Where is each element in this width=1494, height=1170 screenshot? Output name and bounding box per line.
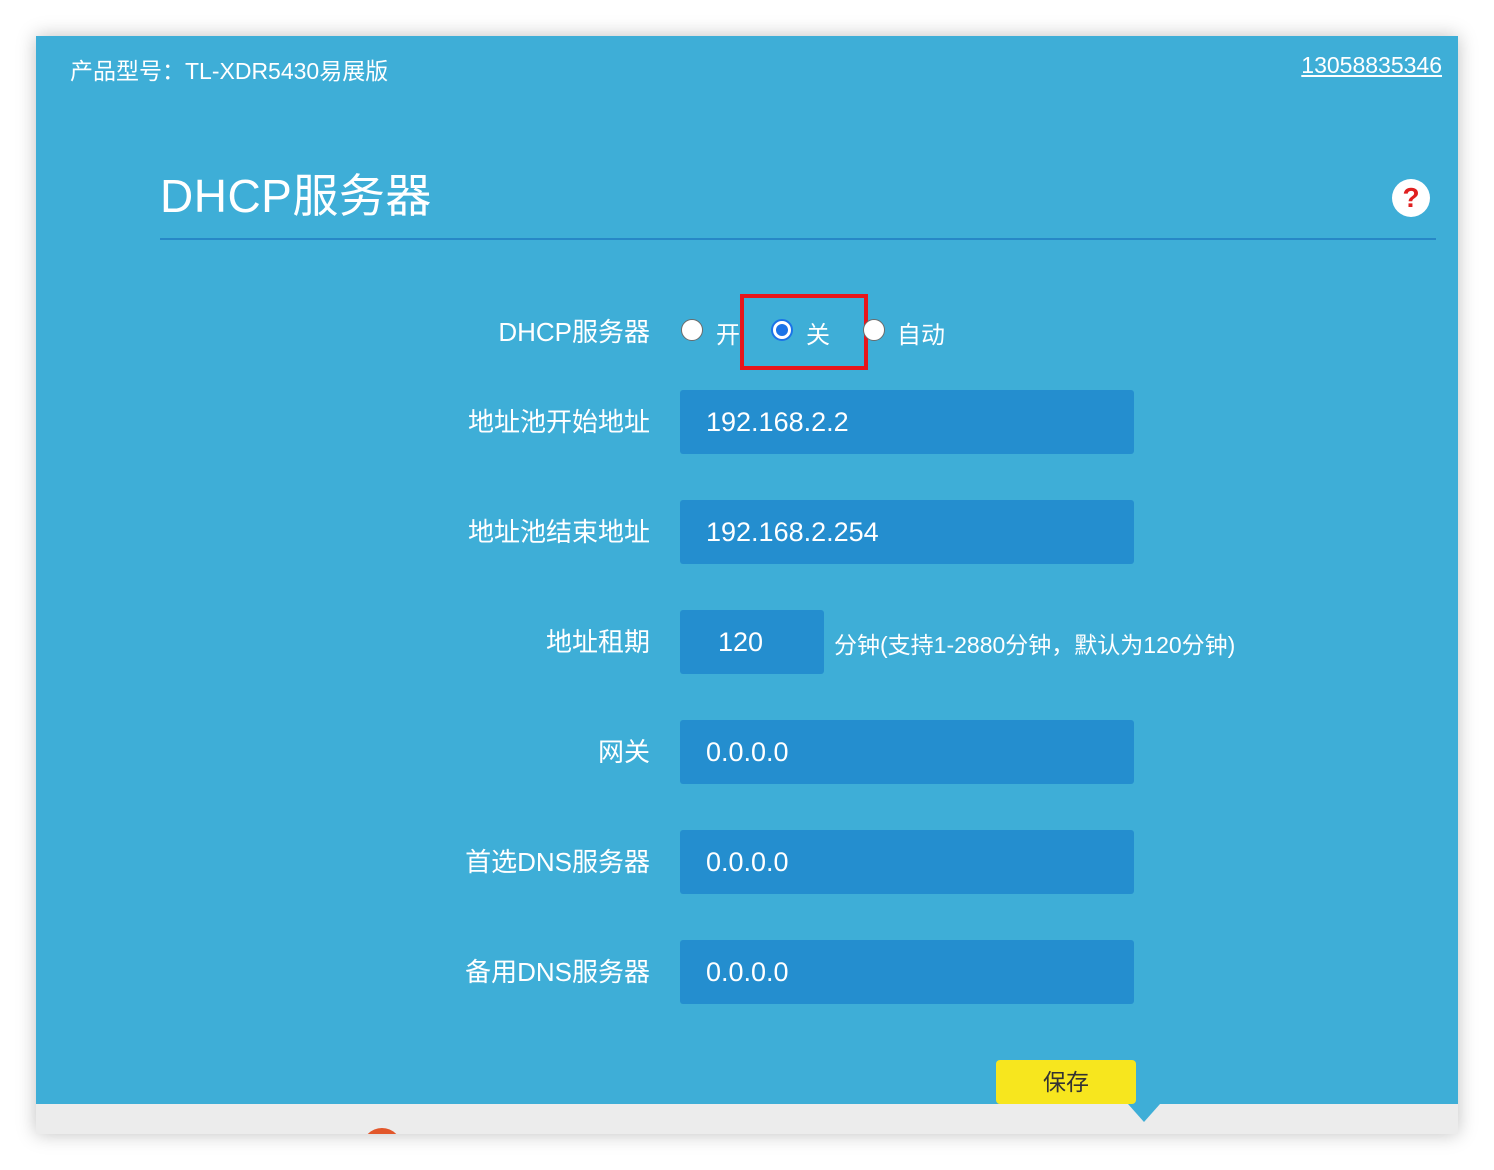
- backup-dns-input[interactable]: 0.0.0.0: [680, 940, 1134, 1004]
- primary-dns-label: 首选DNS服务器: [465, 847, 650, 877]
- dhcp-radio-on[interactable]: [681, 319, 703, 341]
- page-title: DHCP服务器: [160, 170, 432, 222]
- backup-dns-label: 备用DNS服务器: [465, 957, 650, 987]
- primary-dns-input[interactable]: 0.0.0.0: [680, 830, 1134, 894]
- dhcp-radio-on-label[interactable]: 开: [716, 315, 740, 350]
- dhcp-radio-auto-label[interactable]: 自动: [897, 315, 945, 350]
- question-mark-icon[interactable]: ?: [1392, 179, 1430, 217]
- pool-start-input[interactable]: 192.168.2.2: [680, 390, 1134, 454]
- selection-highlight-box: [740, 294, 868, 370]
- pool-start-label: 地址池开始地址: [467, 407, 650, 437]
- pool-end-input[interactable]: 192.168.2.254: [680, 500, 1134, 564]
- dhcp-radio-auto[interactable]: [863, 319, 885, 341]
- account-link[interactable]: 13058835346: [1301, 52, 1442, 79]
- title-divider: [160, 238, 1436, 240]
- gateway-label: 网关: [597, 737, 650, 767]
- dhcp-server-label: DHCP服务器: [498, 317, 650, 347]
- save-pointer-arrow: [1128, 1104, 1160, 1122]
- brand-logo-icon: [362, 1128, 402, 1134]
- lease-label: 地址租期: [545, 627, 650, 657]
- product-model: 产品型号：TL-XDR5430易展版: [70, 58, 389, 84]
- lease-hint: 分钟(支持1-2880分钟，默认为120分钟): [834, 632, 1236, 658]
- lease-input[interactable]: 120: [680, 610, 824, 674]
- pool-end-label: 地址池结束地址: [467, 517, 650, 547]
- gateway-input[interactable]: 0.0.0.0: [680, 720, 1134, 784]
- footer-bar: [36, 1104, 1458, 1134]
- save-button[interactable]: 保存: [996, 1060, 1136, 1104]
- router-admin-window: 产品型号：TL-XDR5430易展版 13058835346 DHCP服务器 ?…: [36, 36, 1458, 1134]
